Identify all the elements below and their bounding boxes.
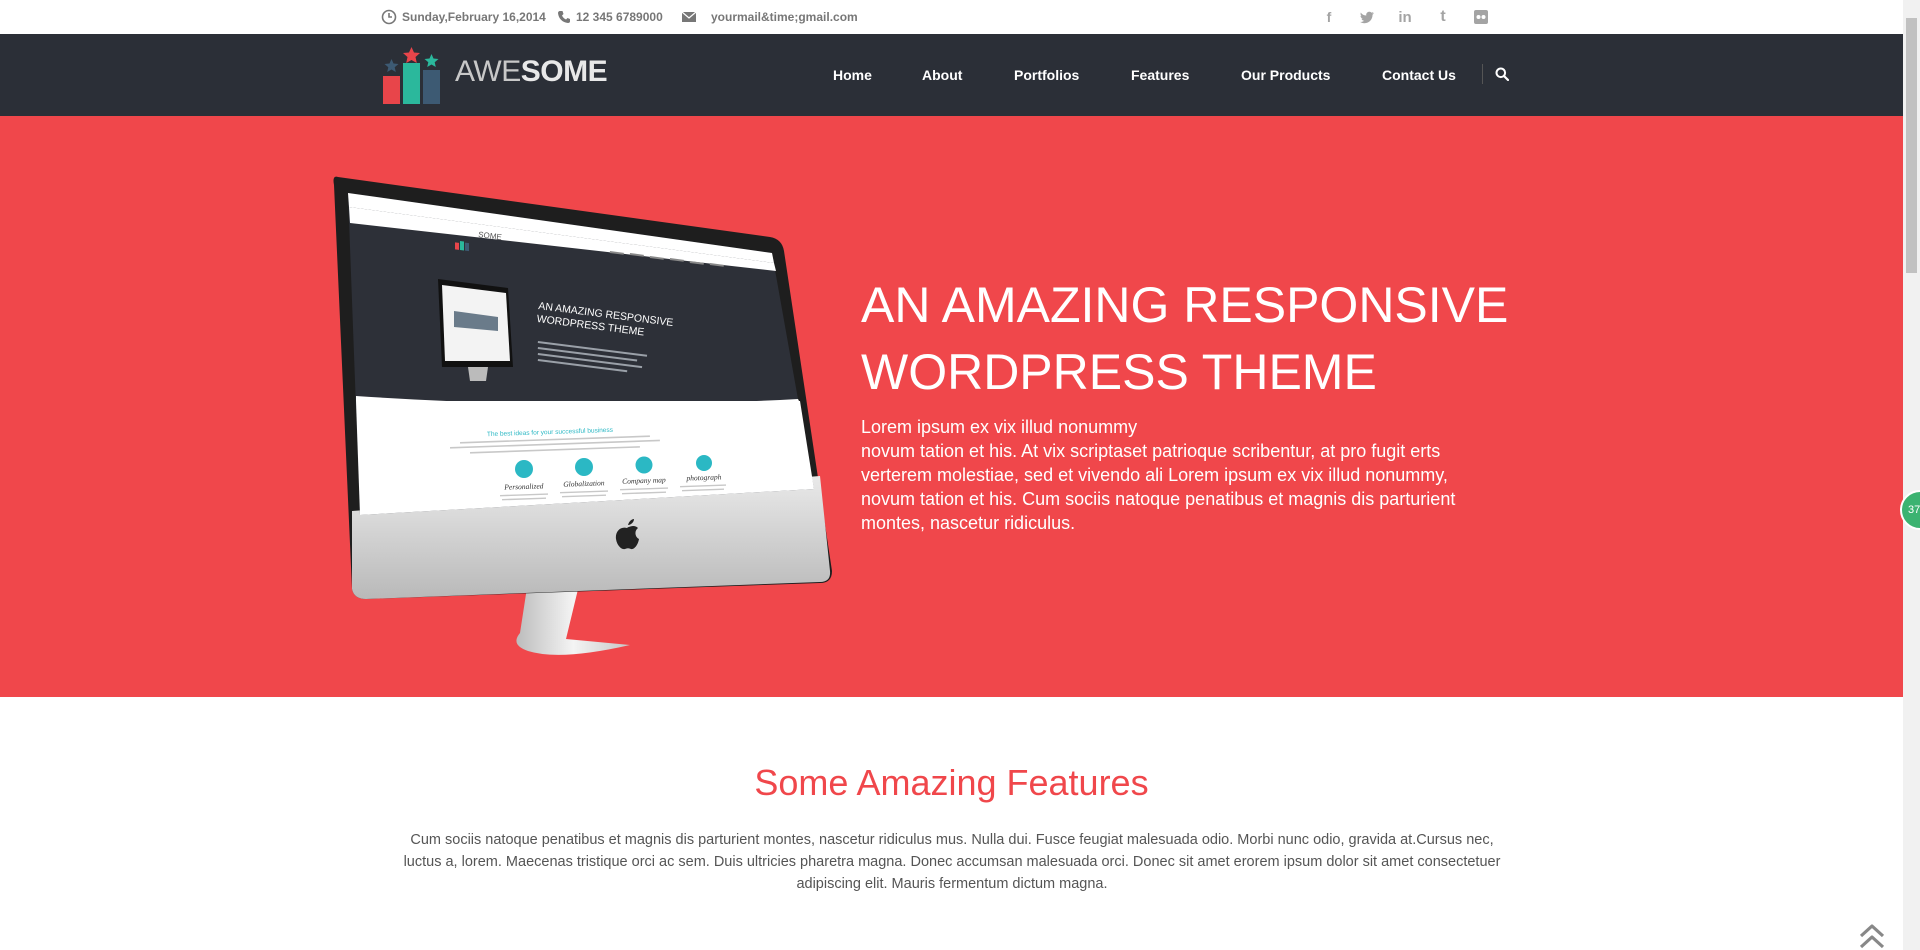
flickr-icon[interactable] [1471,7,1491,27]
screen-feature-1: Personalized [503,481,544,491]
nav-home[interactable]: Home [833,67,872,83]
hero-description-line-1: Lorem ipsum ex vix illud nonummy [861,417,1138,437]
screen-feature-3: Company map [622,475,666,486]
clock-icon [381,9,397,25]
tumblr-icon[interactable]: t [1433,7,1453,27]
hero-title-line-1: AN AMAZING RESPONSIVE [861,277,1509,333]
nav-our-products[interactable]: Our Products [1241,67,1330,83]
brand-name-light: AWE [455,55,521,88]
linkedin-icon[interactable]: in [1395,7,1415,27]
features-title: Some Amazing Features [754,762,1149,803]
features-description: Cum sociis natoque penatibus et magnis d… [403,832,1501,892]
hero-section: SOME AN AMAZING RESPONSIVE WORDPRESS THE… [0,116,1903,697]
hero-title-line-2: WORDPRESS THEME [861,344,1377,400]
envelope-icon [681,11,697,22]
nav-features[interactable]: Features [1131,67,1189,83]
top-info-bar: Sunday,February 16,2014 12 345 6789000 y… [0,0,1903,34]
date-text: Sunday,February 16,2014 [402,10,546,24]
twitter-icon[interactable] [1357,7,1377,27]
email-info[interactable]: yourmail&time;gmail.com [681,0,858,34]
nav-portfolios[interactable]: Portfolios [1014,67,1079,83]
nav-divider [1482,64,1483,84]
imac-mockup-image: SOME AN AMAZING RESPONSIVE WORDPRESS THE… [333,176,832,655]
back-to-top-icon[interactable] [1857,922,1887,950]
hero-description-rest: novum tation et his. At vix scriptaset p… [861,441,1456,533]
facebook-icon[interactable]: f [1319,7,1339,27]
search-icon[interactable] [1495,67,1509,81]
phone-icon [558,11,570,23]
email-text: yourmail&time;gmail.com [711,10,858,24]
brand-name[interactable]: AWESOME [455,55,608,89]
hero-title: AN AMAZING RESPONSIVE WORDPRESS THEME [861,272,1581,406]
date-info: Sunday,February 16,2014 [381,0,546,34]
nav-about[interactable]: About [922,67,962,83]
screen-feature-4: photograph [685,472,722,482]
social-links: f in t [1319,0,1491,34]
brand-name-bold: SOME [520,55,608,88]
hero-description: Lorem ipsum ex vix illud nonummy novum t… [861,415,1461,535]
page-scrollbar[interactable] [1903,0,1920,950]
nav-contact-us[interactable]: Contact Us [1382,67,1456,83]
scrollbar-thumb[interactable] [1906,18,1917,273]
phone-info: 12 345 6789000 [557,0,663,34]
screen-feature-2: Globalization [563,478,605,488]
phone-text: 12 345 6789000 [576,10,663,24]
